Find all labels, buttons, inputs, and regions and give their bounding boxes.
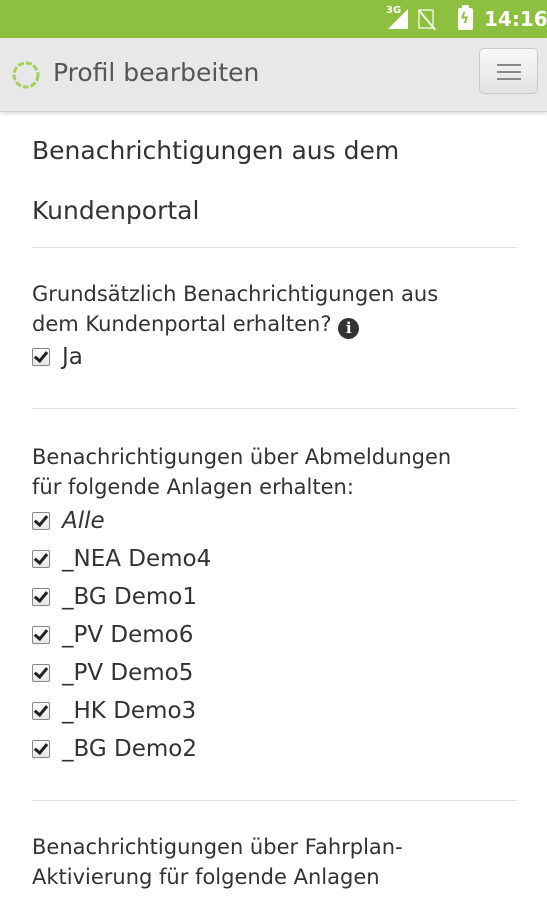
checkbox-anlage[interactable]: _PV Demo6 [32, 616, 517, 654]
fahrplan-question: Benachrichtigungen über Fahrplan- Aktivi… [32, 832, 517, 892]
checkbox[interactable] [32, 588, 50, 606]
checkbox-label: _HK Demo3 [62, 698, 197, 724]
battery-charging-icon: ϟ [458, 5, 473, 30]
ring-logo-icon [12, 61, 40, 89]
checkbox[interactable] [32, 626, 50, 644]
section-title-line1: Benachrichtigungen aus dem [32, 136, 400, 165]
info-icon[interactable]: i [338, 318, 360, 339]
divider [32, 247, 517, 248]
checkbox-anlage[interactable]: _BG Demo1 [32, 578, 517, 616]
main-content: Benachrichtigungen aus dem Kundenportal … [32, 111, 517, 892]
abmeldungen-question-line1: Benachrichtigungen über Abmeldungen [32, 445, 452, 469]
checkbox-anlage[interactable]: _HK Demo3 [32, 692, 517, 730]
checkbox[interactable] [32, 512, 50, 530]
checkbox-label: Alle [62, 508, 105, 534]
abmeldungen-question-line2: für folgende Anlagen erhalten: [32, 475, 354, 499]
abmeldungen-question: Benachrichtigungen über Abmeldungen für … [32, 442, 517, 502]
checkbox[interactable] [32, 664, 50, 682]
page-title: Profil bearbeiten [53, 58, 260, 87]
section-title-line2: Kundenportal [32, 196, 200, 225]
section-title: Benachrichtigungen aus dem Kundenportal [32, 121, 517, 241]
checkbox-ja[interactable]: Ja [32, 338, 517, 376]
signal-icon [388, 9, 408, 29]
checkbox[interactable] [32, 702, 50, 720]
general-question: Grundsätzlich Benachrichtigungen aus dem… [32, 279, 517, 339]
checkbox-anlage[interactable]: _BG Demo2 [32, 730, 517, 768]
checkbox-label: _BG Demo1 [62, 584, 197, 610]
status-time: 14:16 [484, 7, 547, 31]
checkbox-anlage[interactable]: _PV Demo5 [32, 654, 517, 692]
checkbox-label: _PV Demo6 [62, 622, 194, 648]
checkbox-anlage[interactable]: _NEA Demo4 [32, 540, 517, 578]
general-question-line2-row: dem Kundenportal erhalten? i [32, 309, 517, 339]
general-question-line2: dem Kundenportal erhalten? [32, 312, 332, 336]
fahrplan-question-line1: Benachrichtigungen über Fahrplan- [32, 835, 403, 859]
checkbox-label: _NEA Demo4 [62, 546, 212, 572]
divider [32, 800, 517, 801]
fahrplan-question-line2: Aktivierung für folgende Anlagen [32, 865, 380, 889]
hamburger-line [497, 78, 521, 80]
divider [32, 408, 517, 409]
abmeldungen-list: Alle _NEA Demo4 _BG Demo1 _PV Demo6 _PV … [32, 502, 517, 768]
checkbox-label: _PV Demo5 [62, 660, 194, 686]
menu-button[interactable] [479, 48, 538, 94]
checkbox[interactable] [32, 550, 50, 568]
hamburger-line [497, 71, 521, 73]
no-sim-icon [418, 9, 434, 29]
checkbox-label: _BG Demo2 [62, 736, 197, 762]
status-bar: 3G ϟ 14:16 [0, 0, 547, 38]
general-question-line1: Grundsätzlich Benachrichtigungen aus [32, 282, 439, 306]
app-bar: Profil bearbeiten [0, 38, 547, 112]
checkbox[interactable] [32, 740, 50, 758]
checkbox-alle[interactable]: Alle [32, 502, 517, 540]
checkbox[interactable] [32, 348, 50, 366]
hamburger-menu-icon [497, 64, 521, 66]
checkbox-label: Ja [62, 344, 83, 370]
